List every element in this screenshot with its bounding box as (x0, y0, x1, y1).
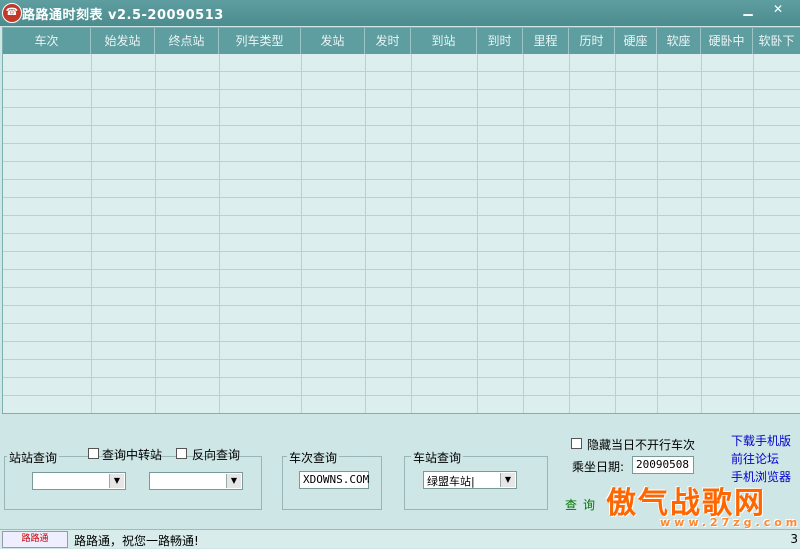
column-divider (365, 54, 366, 413)
table-row[interactable] (3, 378, 800, 396)
train-query-title: 车次查询 (287, 449, 340, 466)
table-row[interactable] (3, 360, 800, 378)
results-table[interactable]: 车次 始发站 终点站 列车类型 发站 发时 到站 到时 里程 历时 硬座 软座 … (2, 27, 800, 414)
status-text: 路路通，祝您一路畅通! (74, 534, 199, 548)
table-row[interactable] (3, 288, 800, 306)
col-origin[interactable]: 始发站 (91, 28, 155, 54)
chevron-down-icon[interactable]: ▼ (109, 474, 124, 488)
chevron-down-icon[interactable]: ▼ (226, 474, 241, 488)
col-soft-seat[interactable]: 软座 (657, 28, 701, 54)
hide-not-running-label: 隐藏当日不开行车次 (587, 438, 696, 452)
train-number-input[interactable]: XDOWNS.COM (299, 471, 369, 489)
table-row[interactable] (3, 90, 800, 108)
col-depart-time[interactable]: 发时 (365, 28, 411, 54)
col-hard-seat[interactable]: 硬座 (615, 28, 657, 54)
table-row[interactable] (3, 126, 800, 144)
table-row[interactable] (3, 252, 800, 270)
forum-link[interactable]: 前往论坛 (731, 450, 779, 467)
column-divider (155, 54, 156, 413)
table-row[interactable] (3, 162, 800, 180)
column-divider (701, 54, 702, 413)
from-station-select[interactable]: ▼ (32, 472, 126, 490)
col-arrive-station[interactable]: 到站 (411, 28, 477, 54)
table-row[interactable] (3, 54, 800, 72)
watermark-url: www.27zg.com (660, 516, 800, 529)
column-divider (615, 54, 616, 413)
col-terminal[interactable]: 终点站 (155, 28, 219, 54)
col-arrive-time[interactable]: 到时 (477, 28, 523, 54)
reverse-checkbox[interactable] (176, 448, 187, 459)
table-row[interactable] (3, 216, 800, 234)
watermark-logo: 傲气战歌网 www.27zg.com (606, 478, 800, 530)
column-divider (477, 54, 478, 413)
column-divider (657, 54, 658, 413)
table-row[interactable] (3, 270, 800, 288)
column-divider (91, 54, 92, 413)
hide-not-running-checkbox[interactable] (571, 438, 582, 449)
table-header: 车次 始发站 终点站 列车类型 发站 发时 到站 到时 里程 历时 硬座 软座 … (3, 28, 800, 54)
status-logo: 路路通 (2, 531, 68, 548)
query-button[interactable]: 查询 (565, 496, 601, 513)
close-button[interactable]: ✕ (770, 2, 786, 16)
column-divider (301, 54, 302, 413)
table-row[interactable] (3, 342, 800, 360)
column-divider (753, 54, 754, 413)
table-row[interactable] (3, 324, 800, 342)
col-distance[interactable]: 里程 (523, 28, 569, 54)
window-title: 路路通时刻表 v2.5-20090513 (22, 8, 224, 23)
station-query-title: 站站查询 (7, 449, 60, 466)
column-divider (411, 54, 412, 413)
table-row[interactable] (3, 144, 800, 162)
status-right-text: 3 (790, 532, 798, 546)
transfer-label: 查询中转站 (102, 448, 163, 462)
table-row[interactable] (3, 396, 800, 413)
status-bar: 路路通 路路通，祝您一路畅通! 3 (0, 529, 800, 548)
reverse-label: 反向查询 (192, 448, 241, 462)
table-row[interactable] (3, 108, 800, 126)
column-divider (523, 54, 524, 413)
table-row[interactable] (3, 306, 800, 324)
date-label: 乘坐日期: (572, 460, 625, 474)
table-row[interactable] (3, 180, 800, 198)
col-train-no[interactable]: 车次 (3, 28, 91, 54)
col-duration[interactable]: 历时 (569, 28, 615, 54)
column-divider (569, 54, 570, 413)
download-mobile-link[interactable]: 下载手机版 (731, 432, 791, 449)
col-train-type[interactable]: 列车类型 (219, 28, 301, 54)
station-lookup-select[interactable]: 绿盟车站| ▼ (423, 471, 517, 489)
table-row[interactable] (3, 234, 800, 252)
table-row[interactable] (3, 72, 800, 90)
title-bar: ☎ 路路通时刻表 v2.5-20090513 ▁ ✕ (0, 0, 800, 26)
date-input[interactable]: 20090508 (632, 456, 694, 474)
col-depart-station[interactable]: 发站 (301, 28, 365, 54)
station-lookup-value: 绿盟车站| (427, 475, 475, 488)
transfer-checkbox[interactable] (88, 448, 99, 459)
minimize-button[interactable]: ▁ (740, 2, 756, 16)
column-divider (219, 54, 220, 413)
chevron-down-icon[interactable]: ▼ (500, 473, 515, 487)
to-station-select[interactable]: ▼ (149, 472, 243, 490)
table-row[interactable] (3, 198, 800, 216)
col-hard-sleeper[interactable]: 硬卧中 (701, 28, 753, 54)
app-icon: ☎ (2, 3, 22, 23)
col-soft-sleeper[interactable]: 软卧下 (753, 28, 800, 54)
station-lookup-title: 车站查询 (411, 449, 464, 466)
